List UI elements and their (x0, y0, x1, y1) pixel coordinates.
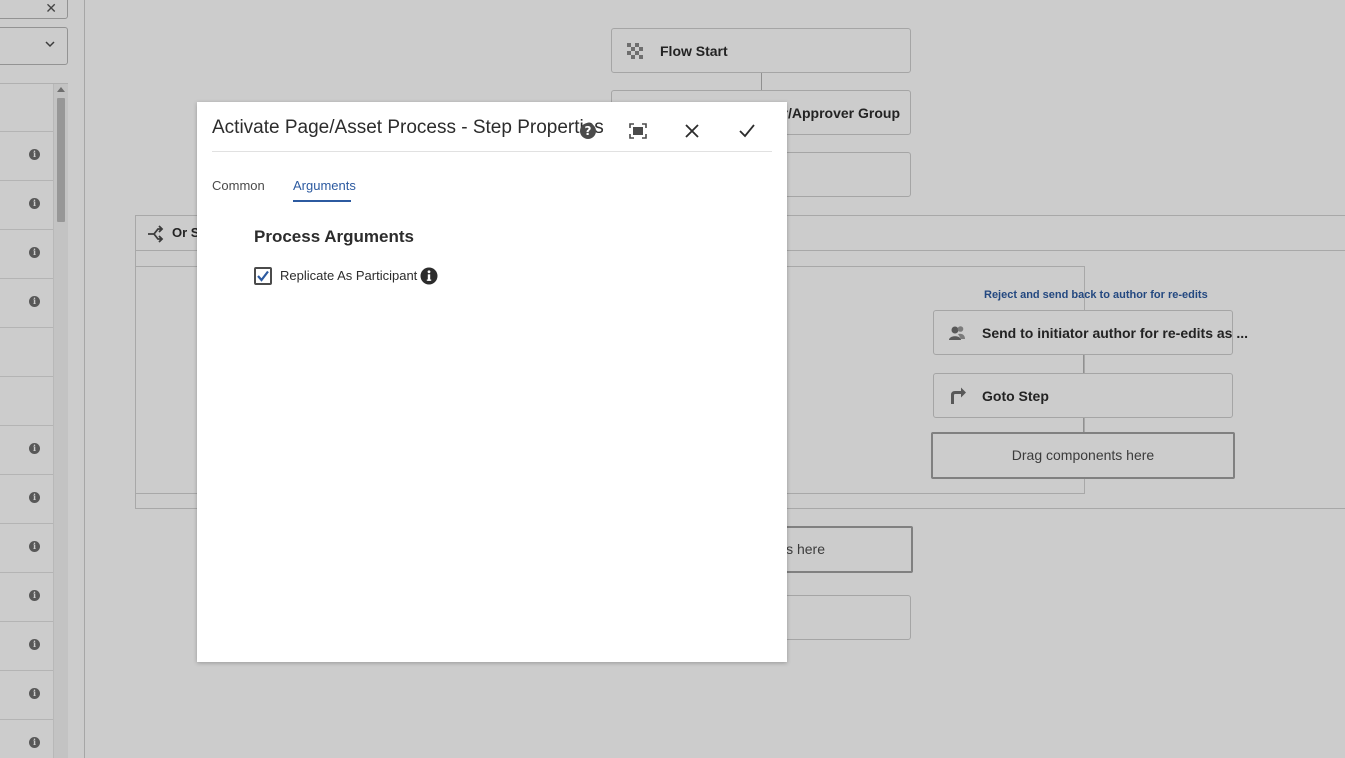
help-icon: ? (580, 123, 596, 139)
checkmark-icon (257, 270, 269, 282)
fullscreen-icon (629, 123, 647, 139)
replicate-as-participant-checkbox[interactable] (254, 267, 272, 285)
done-button[interactable] (735, 119, 759, 143)
info-icon[interactable] (420, 267, 438, 285)
close-button[interactable] (680, 119, 704, 143)
step-properties-dialog: Activate Page/Asset Process - Step Prope… (197, 102, 787, 662)
checkbox-label[interactable]: Replicate As Participant (280, 268, 417, 283)
active-tab-indicator (293, 200, 351, 202)
svg-text:?: ? (585, 124, 592, 138)
checkmark-icon (739, 124, 755, 138)
tab-common[interactable]: Common (212, 178, 265, 193)
dialog-title: Activate Page/Asset Process - Step Prope… (212, 117, 604, 138)
tab-arguments[interactable]: Arguments (293, 178, 356, 202)
tab-label: Common (212, 178, 265, 193)
section-title: Process Arguments (254, 227, 414, 246)
help-button[interactable]: ? (576, 119, 600, 143)
fullscreen-button[interactable] (626, 119, 650, 143)
tab-label: Arguments (293, 178, 356, 193)
close-icon (685, 124, 699, 138)
dialog-divider (212, 151, 772, 152)
